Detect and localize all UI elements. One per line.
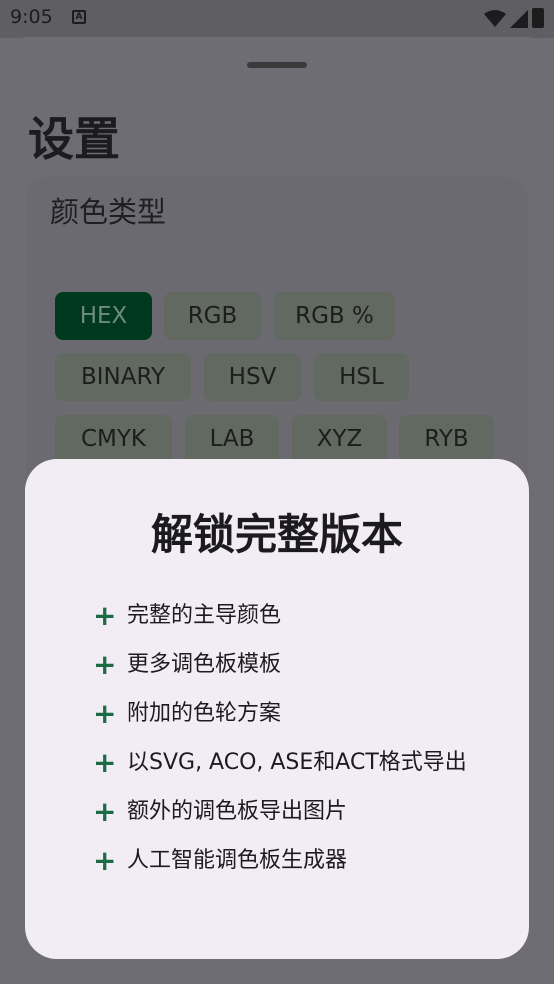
- feature-text: 完整的主导颜色: [127, 603, 282, 628]
- plus-icon: +: [93, 598, 117, 632]
- chip-ryb[interactable]: RYB: [399, 415, 494, 463]
- chip-hsv[interactable]: HSV: [204, 353, 301, 401]
- list-item: + 更多调色板模板: [93, 646, 493, 683]
- status-icons: [484, 8, 544, 28]
- feature-text: 附加的色轮方案: [127, 701, 282, 726]
- unlock-dialog: 解锁完整版本 + 完整的主导颜色 + 更多调色板模板 + 附加的色轮方案 + 以…: [25, 459, 529, 959]
- page-title: 设置: [28, 112, 120, 166]
- feature-text: 更多调色板模板: [127, 652, 282, 677]
- chip-cmyk[interactable]: CMYK: [55, 415, 172, 463]
- battery-icon: [532, 8, 544, 28]
- list-item: + 附加的色轮方案: [93, 695, 493, 732]
- feature-text: 以SVG, ACO, ASE和ACT格式导出: [127, 750, 467, 775]
- notification-a-icon: A: [72, 10, 86, 24]
- chip-lab[interactable]: LAB: [185, 415, 279, 463]
- list-item: + 人工智能调色板生成器: [93, 842, 493, 879]
- feature-text: 人工智能调色板生成器: [127, 848, 348, 873]
- status-bar: 9:05 A: [0, 0, 554, 38]
- plus-icon: +: [93, 843, 117, 877]
- chip-hsl[interactable]: HSL: [314, 353, 409, 401]
- status-time: 9:05: [10, 6, 53, 28]
- list-item: + 完整的主导颜色: [93, 597, 493, 634]
- chip-hex[interactable]: HEX: [55, 292, 152, 340]
- feature-text: 额外的调色板导出图片: [127, 799, 348, 824]
- plus-icon: +: [93, 794, 117, 828]
- chip-rgb[interactable]: RGB: [164, 292, 261, 340]
- plus-icon: +: [93, 647, 117, 681]
- dialog-title: 解锁完整版本: [150, 510, 403, 559]
- color-type-label: 颜色类型: [50, 195, 167, 229]
- signal-icon: [510, 10, 528, 28]
- plus-icon: +: [93, 745, 117, 779]
- chip-rgb-percent[interactable]: RGB %: [274, 292, 395, 340]
- feature-list: + 完整的主导颜色 + 更多调色板模板 + 附加的色轮方案 + 以SVG, AC…: [93, 597, 493, 891]
- wifi-icon: [484, 10, 506, 27]
- chip-binary[interactable]: BINARY: [55, 353, 191, 401]
- color-type-card: 颜色类型 HEX RGB RGB % BINARY HSV HSL CMYK L…: [26, 177, 528, 497]
- drag-handle[interactable]: [247, 62, 307, 68]
- chip-xyz[interactable]: XYZ: [292, 415, 387, 463]
- list-item: + 以SVG, ACO, ASE和ACT格式导出: [93, 744, 493, 781]
- list-item: + 额外的调色板导出图片: [93, 793, 493, 830]
- plus-icon: +: [93, 696, 117, 730]
